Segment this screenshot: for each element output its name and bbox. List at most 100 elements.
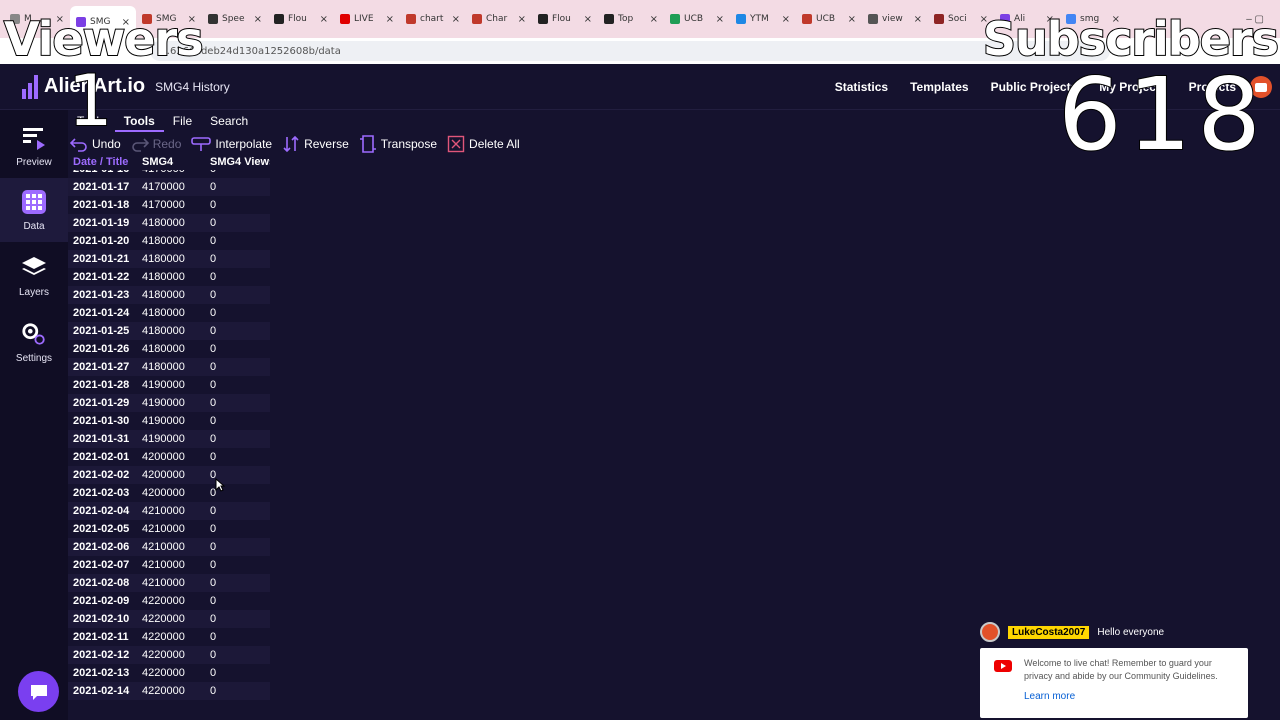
nav-statistics[interactable]: Statistics bbox=[835, 80, 888, 94]
table-cell[interactable]: 0 bbox=[208, 685, 270, 697]
table-row[interactable]: 2021-02-06 4210000 0 bbox=[68, 538, 270, 556]
browser-tab[interactable]: view × bbox=[862, 4, 928, 34]
tab-close-icon[interactable]: × bbox=[320, 14, 328, 25]
table-cell[interactable]: 4210000 bbox=[140, 559, 208, 571]
table-cell[interactable]: 4210000 bbox=[140, 505, 208, 517]
tab-close-icon[interactable]: × bbox=[254, 14, 262, 25]
table-cell[interactable]: 4190000 bbox=[140, 415, 208, 427]
table-row[interactable]: 2021-02-13 4220000 0 bbox=[68, 664, 270, 682]
table-cell[interactable]: 2021-02-09 bbox=[68, 595, 140, 607]
menu-search[interactable]: Search bbox=[201, 112, 257, 132]
table-cell[interactable]: 2021-01-21 bbox=[68, 253, 140, 265]
table-row[interactable]: 2021-01-25 4180000 0 bbox=[68, 322, 270, 340]
table-row[interactable]: 2021-01-27 4180000 0 bbox=[68, 358, 270, 376]
sidebar-item-layers[interactable]: Layers bbox=[0, 244, 68, 308]
table-cell[interactable]: 0 bbox=[208, 433, 270, 445]
tab-close-icon[interactable]: × bbox=[518, 14, 526, 25]
sidebar-item-data[interactable]: Data bbox=[0, 178, 68, 242]
transpose-button[interactable]: Transpose bbox=[359, 135, 437, 153]
table-cell[interactable]: 4220000 bbox=[140, 649, 208, 661]
table-row[interactable]: 2021-02-10 4220000 0 bbox=[68, 610, 270, 628]
column-header-smg4-views[interactable]: SMG4 Views bbox=[208, 156, 270, 170]
learn-more-link[interactable]: Learn more bbox=[1024, 691, 1075, 702]
tab-close-icon[interactable]: × bbox=[386, 14, 394, 25]
table-cell[interactable]: 2021-01-25 bbox=[68, 325, 140, 337]
table-row[interactable]: 2021-02-02 4200000 0 bbox=[68, 466, 270, 484]
table-row[interactable]: 2021-01-19 4180000 0 bbox=[68, 214, 270, 232]
table-cell[interactable]: 2021-02-08 bbox=[68, 577, 140, 589]
table-cell[interactable]: 2021-01-23 bbox=[68, 289, 140, 301]
tab-close-icon[interactable]: × bbox=[452, 14, 460, 25]
tab-close-icon[interactable]: × bbox=[716, 14, 724, 25]
table-cell[interactable]: 0 bbox=[208, 181, 270, 193]
table-row[interactable]: 2021-01-17 4170000 0 bbox=[68, 178, 270, 196]
table-cell[interactable]: 0 bbox=[208, 559, 270, 571]
table-row[interactable]: 2021-01-28 4190000 0 bbox=[68, 376, 270, 394]
table-row[interactable]: 2021-02-04 4210000 0 bbox=[68, 502, 270, 520]
column-header-date[interactable]: Date / Title bbox=[68, 156, 140, 170]
browser-tab[interactable]: UCB × bbox=[796, 4, 862, 34]
url-field[interactable]: …6266cdeb24d130a1252608b/data bbox=[150, 41, 1110, 61]
table-cell[interactable]: 0 bbox=[208, 217, 270, 229]
table-row[interactable]: 2021-01-20 4180000 0 bbox=[68, 232, 270, 250]
table-row[interactable]: 2021-01-1641700000 bbox=[68, 170, 270, 178]
table-cell[interactable]: 2021-02-02 bbox=[68, 469, 140, 481]
table-cell[interactable]: 0 bbox=[208, 253, 270, 265]
table-cell[interactable]: 4200000 bbox=[140, 451, 208, 463]
table-cell[interactable]: 2021-02-04 bbox=[68, 505, 140, 517]
table-cell[interactable]: 0 bbox=[208, 235, 270, 247]
table-cell[interactable]: 2021-02-10 bbox=[68, 613, 140, 625]
table-row[interactable]: 2021-02-01 4200000 0 bbox=[68, 448, 270, 466]
table-cell[interactable]: 2021-01-16 bbox=[68, 170, 140, 175]
table-cell[interactable]: 0 bbox=[208, 613, 270, 625]
table-cell[interactable]: 2021-01-24 bbox=[68, 307, 140, 319]
table-cell[interactable]: 0 bbox=[208, 170, 270, 175]
tab-close-icon[interactable]: × bbox=[848, 14, 856, 25]
table-cell[interactable]: 2021-01-28 bbox=[68, 379, 140, 391]
table-row[interactable]: 2021-01-26 4180000 0 bbox=[68, 340, 270, 358]
tab-close-icon[interactable]: × bbox=[914, 14, 922, 25]
table-cell[interactable]: 0 bbox=[208, 631, 270, 643]
browser-tab[interactable]: Top × bbox=[598, 4, 664, 34]
table-cell[interactable]: 2021-02-05 bbox=[68, 523, 140, 535]
table-row[interactable]: 2021-02-11 4220000 0 bbox=[68, 628, 270, 646]
browser-tab[interactable]: Flou × bbox=[532, 4, 598, 34]
table-cell[interactable]: 2021-01-22 bbox=[68, 271, 140, 283]
table-cell[interactable]: 0 bbox=[208, 325, 270, 337]
table-row[interactable]: 2021-01-24 4180000 0 bbox=[68, 304, 270, 322]
table-cell[interactable]: 2021-02-03 bbox=[68, 487, 140, 499]
table-cell[interactable]: 2021-02-12 bbox=[68, 649, 140, 661]
table-row[interactable]: 2021-01-29 4190000 0 bbox=[68, 394, 270, 412]
table-row[interactable]: 2021-02-12 4220000 0 bbox=[68, 646, 270, 664]
table-cell[interactable]: 0 bbox=[208, 541, 270, 553]
table-cell[interactable]: 4180000 bbox=[140, 307, 208, 319]
table-cell[interactable]: 4180000 bbox=[140, 361, 208, 373]
table-cell[interactable]: 4190000 bbox=[140, 433, 208, 445]
browser-tab[interactable]: Spee × bbox=[202, 4, 268, 34]
table-cell[interactable]: 0 bbox=[208, 451, 270, 463]
table-cell[interactable]: 4180000 bbox=[140, 253, 208, 265]
tab-close-icon[interactable]: × bbox=[584, 14, 592, 25]
table-cell[interactable]: 2021-01-26 bbox=[68, 343, 140, 355]
table-cell[interactable]: 4180000 bbox=[140, 325, 208, 337]
table-row[interactable]: 2021-02-07 4210000 0 bbox=[68, 556, 270, 574]
table-cell[interactable]: 2021-02-01 bbox=[68, 451, 140, 463]
table-cell[interactable]: 0 bbox=[208, 667, 270, 679]
table-cell[interactable]: 0 bbox=[208, 199, 270, 211]
table-row[interactable]: 2021-01-23 4180000 0 bbox=[68, 286, 270, 304]
table-row[interactable]: 2021-02-05 4210000 0 bbox=[68, 520, 270, 538]
table-cell[interactable]: 4220000 bbox=[140, 631, 208, 643]
table-cell[interactable]: 4190000 bbox=[140, 379, 208, 391]
table-cell[interactable]: 2021-02-14 bbox=[68, 685, 140, 697]
browser-tab[interactable]: Char × bbox=[466, 4, 532, 34]
table-cell[interactable]: 0 bbox=[208, 361, 270, 373]
redo-button[interactable]: Redo bbox=[131, 136, 181, 152]
table-row[interactable]: 2021-01-18 4170000 0 bbox=[68, 196, 270, 214]
table-row[interactable]: 2021-01-30 4190000 0 bbox=[68, 412, 270, 430]
browser-tab[interactable]: chart × bbox=[400, 4, 466, 34]
table-cell[interactable]: 0 bbox=[208, 289, 270, 301]
table-cell[interactable]: 0 bbox=[208, 397, 270, 409]
nav-templates[interactable]: Templates bbox=[910, 80, 968, 94]
sidebar-item-preview[interactable]: Preview bbox=[0, 114, 68, 178]
table-cell[interactable]: 0 bbox=[208, 343, 270, 355]
